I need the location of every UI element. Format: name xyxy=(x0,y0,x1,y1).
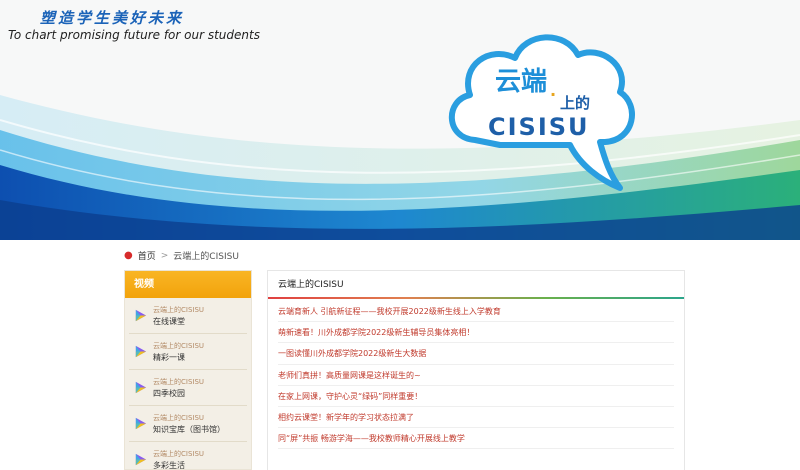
location-pin-icon: ● xyxy=(124,250,133,261)
sidebar-item-four-seasons-campus[interactable]: 云端上的CISISU 四季校园 xyxy=(129,370,247,406)
sidebar-item-label: 知识宝库（图书馆） xyxy=(153,424,225,434)
news-link[interactable]: 同“屏”共振 畅游学海——我校教师精心开展线上教学 xyxy=(278,428,674,450)
sidebar-item-label: 四季校园 xyxy=(153,388,185,398)
breadcrumb-current: 云端上的CISISU xyxy=(173,252,239,262)
logo-text-line1: 云端 xyxy=(495,67,547,97)
sidebar-item-subtitle: 云端上的CISISU xyxy=(153,341,205,350)
breadcrumb-separator: > xyxy=(160,250,169,261)
cloud-logo: 云端 · 上的 CISISU xyxy=(448,34,635,191)
sidebar-item-colorful-life[interactable]: 云端上的CISISU 多彩生活 xyxy=(129,442,247,470)
logo-text-line2: 上的 xyxy=(560,94,590,112)
sidebar-item-subtitle: 云端上的CISISU xyxy=(153,305,205,314)
sidebar-item-label: 多彩生活 xyxy=(153,460,185,470)
logo-text-dot: · xyxy=(550,85,556,104)
slogan-chinese: 塑造学生美好未来 xyxy=(40,9,185,27)
sidebar-item-online-class[interactable]: 云端上的CISISU 在线课堂 xyxy=(129,298,247,334)
breadcrumb: ● 首页 > 云端上的CISISU xyxy=(124,249,239,262)
news-link[interactable]: 相约云课堂！新学年的学习状态拉满了 xyxy=(278,407,674,429)
logo-text-line3: CISISU xyxy=(488,113,590,141)
sidebar-item-great-lesson[interactable]: 云端上的CISISU 精彩一课 xyxy=(129,334,247,370)
news-list: 云端育新人 引航新征程——我校开展2022级新生线上入学教育 萌新速看！川外成都… xyxy=(268,301,684,450)
header-banner: 塑造学生美好未来 To chart promising future for o… xyxy=(0,0,800,240)
breadcrumb-home-link[interactable]: 首页 xyxy=(138,249,156,262)
sidebar-item-label: 精彩一课 xyxy=(153,352,185,362)
slogan-english: To chart promising future for our studen… xyxy=(8,28,260,42)
video-play-icon xyxy=(135,309,147,322)
news-link[interactable]: 在家上网课，守护心灵“绿码”同样重要！ xyxy=(278,386,674,407)
video-play-icon xyxy=(135,453,147,466)
sidebar: 视频 云端上的CISISU 在线课堂 云端上的CISISU 精彩一课 云端上的C… xyxy=(124,270,252,470)
news-link[interactable]: 云端育新人 引航新征程——我校开展2022级新生线上入学教育 xyxy=(278,301,674,323)
video-play-icon xyxy=(135,345,147,358)
video-play-icon xyxy=(135,417,147,430)
news-link[interactable]: 一图读懂川外成都学院2022级新生大数据 xyxy=(278,343,674,365)
sidebar-item-subtitle: 云端上的CISISU xyxy=(153,449,205,458)
sidebar-header: 视频 xyxy=(125,271,251,298)
sidebar-item-subtitle: 云端上的CISISU xyxy=(153,413,205,422)
video-play-icon xyxy=(135,381,147,394)
main-content: 云端上的CISISU 云端育新人 引航新征程——我校开展2022级新生线上入学教… xyxy=(267,270,685,470)
news-link[interactable]: 萌新速看！川外成都学院2022级新生辅导员集体亮相！ xyxy=(278,322,674,344)
section-title: 云端上的CISISU xyxy=(268,271,684,299)
sidebar-item-label: 在线课堂 xyxy=(153,316,185,326)
sidebar-item-library[interactable]: 云端上的CISISU 知识宝库（图书馆） xyxy=(129,406,247,442)
sidebar-item-subtitle: 云端上的CISISU xyxy=(153,377,205,386)
news-link[interactable]: 老师们真拼！高质量网课是这样诞生的~ xyxy=(278,365,674,386)
